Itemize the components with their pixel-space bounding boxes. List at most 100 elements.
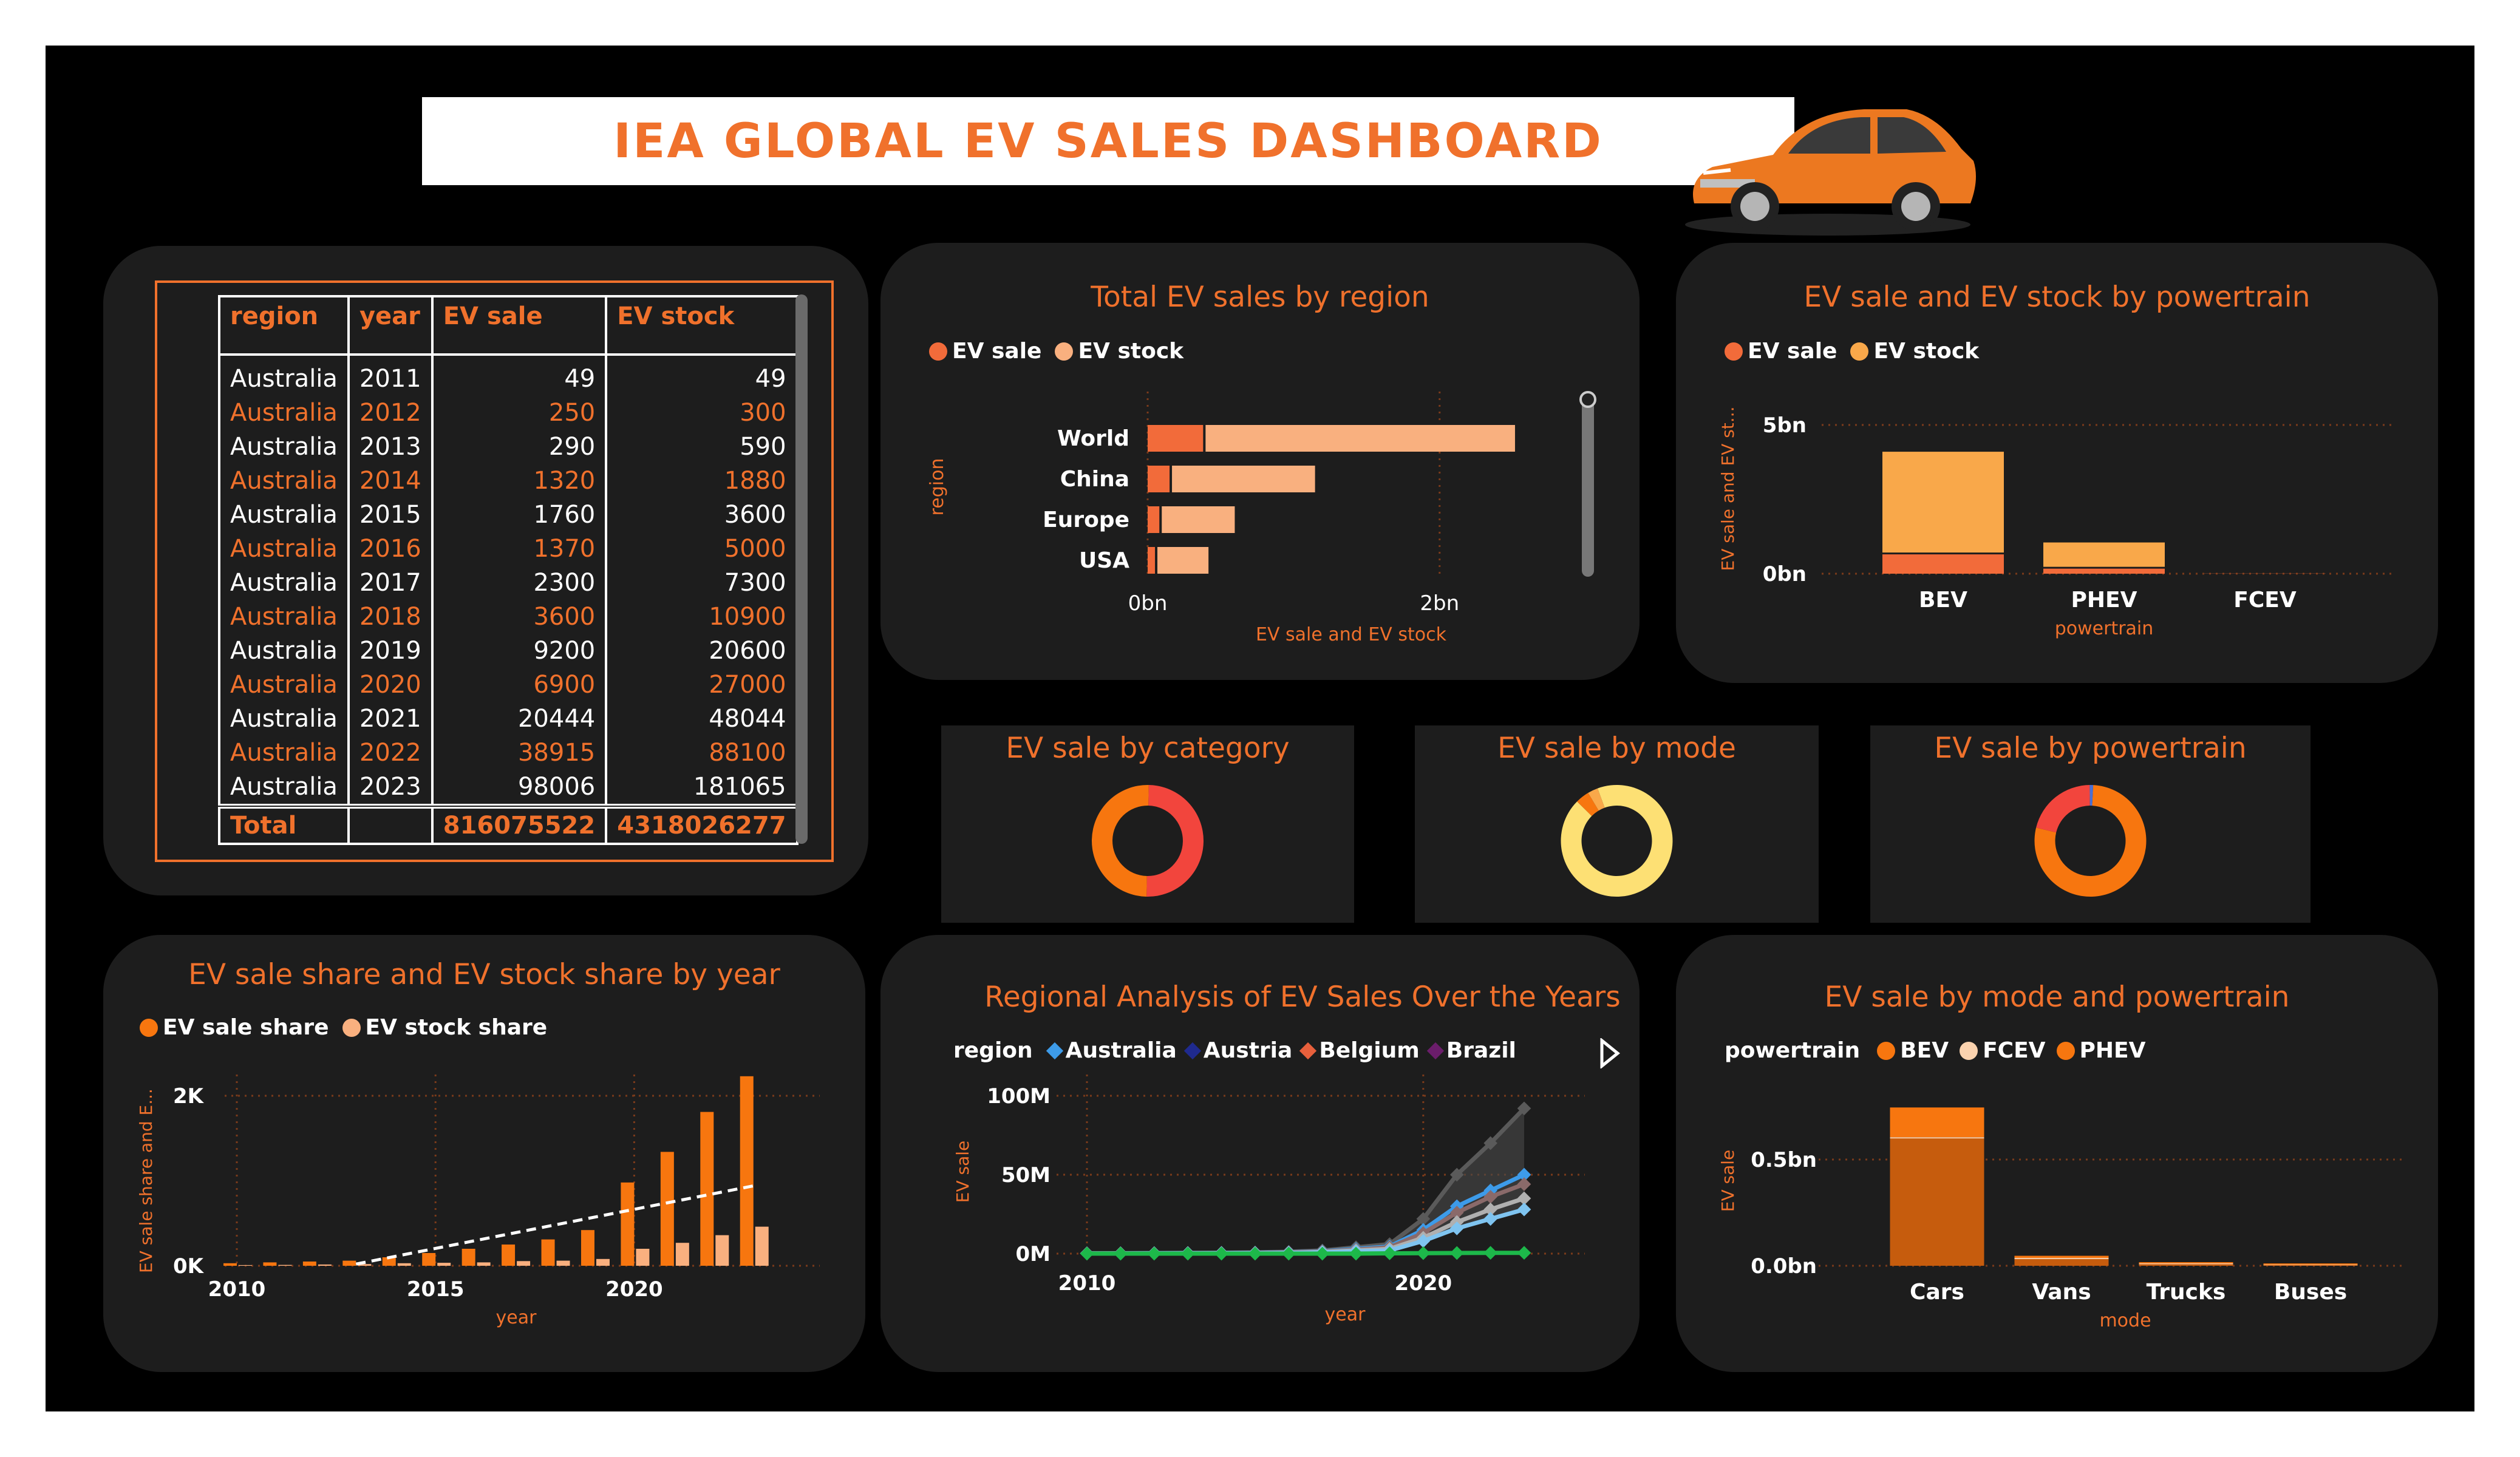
x-tick-label: 2bn [1420,591,1459,616]
bar-ev-sale [1882,554,2004,574]
category-label: FCEV [2233,588,2297,613]
scrollbar-handle [1579,391,1596,408]
bar-ev-stock-share [318,1264,332,1266]
table-cell: 3600 [431,600,608,634]
y-tick-label: 0M [1016,1242,1051,1266]
x-tick-label: 2020 [1395,1271,1452,1296]
table-cell: 181065 [605,770,799,806]
table-cell: Australia [218,532,350,566]
table-cell: 250 [431,396,608,430]
table-cell: 3600 [605,498,799,532]
bar-ev-sale [1148,547,1156,574]
y-tick-label: 100M [987,1084,1051,1109]
data-point [1416,1246,1431,1260]
y-tick-label: 0.5bn [1751,1148,1817,1172]
table-row[interactable]: Australia 2012 250 300 [218,396,799,430]
category-label: PHEV [2071,588,2137,613]
bar-ev-sale-share [740,1076,754,1266]
data-point [1281,1246,1296,1261]
y-tick-label: 0K [173,1254,205,1279]
bar-ev-stock [1882,452,2004,553]
table-cell: 2017 [347,566,434,600]
page-title: IEA GLOBAL EV SALES DASHBOARD [613,114,1603,169]
bar-ev-sale [1148,425,1204,452]
category-donut-panel: EV sale by category [941,725,1354,923]
title-banner: IEA GLOBAL EV SALES DASHBOARD [422,97,1794,185]
bar-segment [2014,1255,2109,1258]
bar-ev-stock-share [715,1235,729,1266]
bar-ev-stock [1162,506,1235,533]
bar-segment [1890,1107,1984,1138]
bar-segment [2139,1262,2233,1264]
bar-segment [1890,1138,1984,1266]
data-point [1248,1246,1262,1261]
table-row[interactable]: Australia 2016 1370 5000 [218,532,799,566]
col-region[interactable]: region [218,295,350,356]
bar-ev-stock-share [675,1243,689,1266]
table-cell: 2012 [347,396,434,430]
table-cell: 2023 [347,770,434,806]
table-row[interactable]: Australia 2018 3600 10900 [218,600,799,634]
bar-ev-sale-share [541,1239,555,1266]
table-row[interactable]: Australia 2017 2300 7300 [218,566,799,600]
total-cell: 4318026277 [605,804,799,845]
data-point [1114,1246,1128,1261]
table-row[interactable]: Australia 2013 290 590 [218,430,799,464]
category-donut-chart [1092,785,1204,897]
y-tick-label: 0bn [1763,562,1807,586]
table-cell: 49 [431,355,608,396]
total-cell: 816075522 [431,804,608,845]
table-row[interactable]: Australia 2015 1760 3600 [218,498,799,532]
table-row[interactable]: Australia 2023 98006 181065 [218,770,799,806]
table-cell: 2021 [347,702,434,736]
bar-ev-sale [1148,466,1170,492]
bar-ev-sale [2043,568,2165,574]
data-point [1180,1246,1195,1261]
table-row[interactable]: Australia 2014 1320 1880 [218,464,799,498]
mode-donut-chart [1561,785,1673,897]
table-cell: Australia [218,736,350,770]
x-tick-label: 2010 [1058,1271,1116,1296]
table-cell: 38915 [431,736,608,770]
bar-ev-sale-share [660,1152,674,1266]
table-cell: 2020 [347,668,434,702]
table-row[interactable]: Australia 2021 20444 48044 [218,702,799,736]
table-cell: Australia [218,396,350,430]
share-chart-panel: EV sale share and EV stock share by year… [103,935,865,1372]
data-point [1214,1246,1228,1261]
x-axis-label: EV sale and EV stock [1256,624,1447,645]
table-cell: 27000 [605,668,799,702]
category-label: China [1060,467,1129,492]
table-cell: 1760 [431,498,608,532]
bar-ev-stock-share [556,1260,570,1266]
powertrain-donut-chart [2034,785,2147,897]
bar-ev-stock-share [636,1249,650,1266]
powertrain-donut-panel: EV sale by powertrain [1870,725,2311,923]
table-row[interactable]: Australia 2022 38915 88100 [218,736,799,770]
table-row[interactable]: Australia 2020 6900 27000 [218,668,799,702]
table-cell: Australia [218,634,350,668]
regional-line-chart: 0M 50M 100M 2010 2020 EV sale year [953,1075,1585,1325]
bar-ev-stock-share [437,1263,451,1266]
x-tick-label: 0bn [1128,591,1168,616]
bar-ev-sale-share [581,1230,594,1266]
col-year[interactable]: year [347,295,434,356]
table-cell: 88100 [605,736,799,770]
bar-ev-stock [1157,547,1209,574]
table-scrollbar[interactable] [795,294,808,844]
bar-ev-sale-share [621,1182,635,1266]
x-axis-label: mode [2099,1310,2151,1331]
table-cell: 20600 [605,634,799,668]
bar-ev-stock-share [477,1262,491,1266]
col-ev-sale[interactable]: EV sale [431,295,608,356]
table-cell: 1880 [605,464,799,498]
bar-ev-stock-share [239,1265,252,1266]
total-cell: Total [218,804,350,845]
bar-segment [2014,1258,2109,1260]
table-row[interactable]: Australia 2011 49 49 [218,355,799,396]
bar-segment [2014,1258,2109,1266]
bar-ev-sale-share [342,1260,356,1266]
total-cell [347,804,434,845]
table-row[interactable]: Australia 2019 9200 20600 [218,634,799,668]
col-ev-stock[interactable]: EV stock [605,295,799,356]
